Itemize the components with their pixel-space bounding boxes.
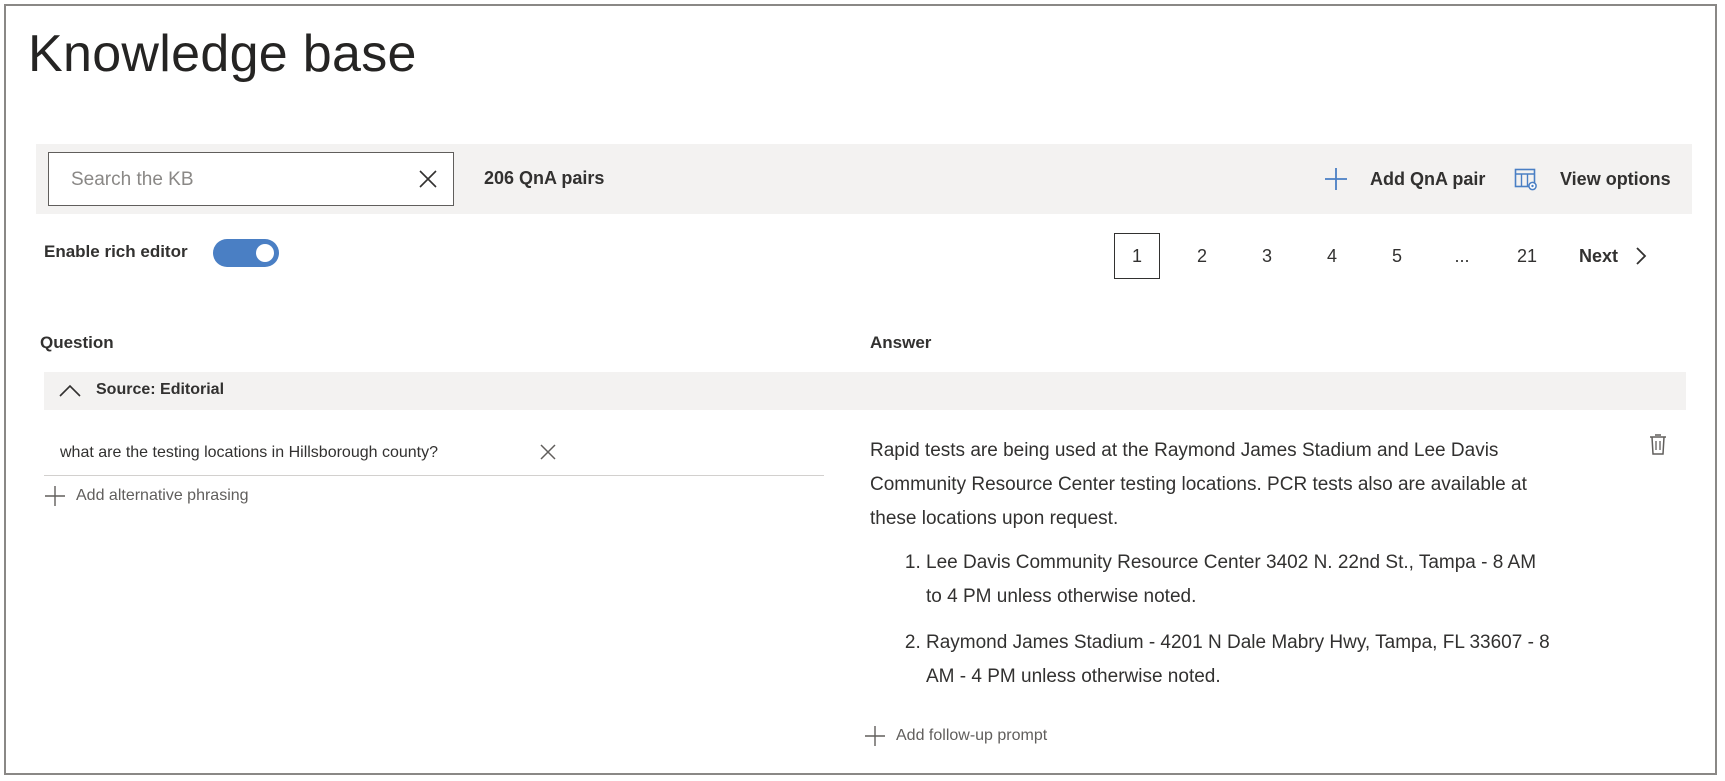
question-divider [44, 475, 824, 476]
pagination: 1 2 3 4 5 ... 21 Next [1114, 232, 1650, 280]
view-options-button[interactable]: View options [1514, 163, 1671, 195]
knowledge-base-panel: Knowledge base 206 QnA pairs Add QnA pai… [4, 4, 1717, 775]
page-button-4[interactable]: 4 [1309, 233, 1355, 279]
plus-icon [1325, 168, 1347, 190]
source-group-header[interactable]: Source: Editorial [44, 372, 1686, 410]
chevron-right-icon[interactable] [1632, 244, 1650, 268]
qna-count: 206 QnA pairs [484, 168, 605, 188]
page-button-21[interactable]: 21 [1504, 233, 1550, 279]
toolbar: 206 QnA pairs Add QnA pair View options [36, 144, 1692, 214]
add-qna-pair-label: Add QnA pair [1370, 168, 1486, 189]
answer-list-item: Raymond James Stadium - 4201 N Dale Mabr… [926, 626, 1550, 694]
next-page-button[interactable]: Next [1579, 233, 1618, 279]
page-button-1[interactable]: 1 [1114, 233, 1160, 279]
toggle-knob [256, 244, 274, 262]
page-ellipsis: ... [1454, 245, 1470, 266]
answer-list: Lee Davis Community Resource Center 3402… [870, 546, 1550, 694]
trash-icon[interactable] [1648, 432, 1668, 456]
plus-icon [865, 726, 885, 746]
answer-intro: Rapid tests are being used at the Raymon… [870, 440, 1527, 529]
close-icon[interactable] [538, 442, 558, 462]
add-alternative-phrasing-label: Add alternative phrasing [76, 487, 249, 504]
add-follow-up-prompt-button[interactable]: Add follow-up prompt [864, 725, 1047, 747]
rich-editor-toggle[interactable] [213, 239, 279, 267]
rich-editor-label: Enable rich editor [44, 242, 188, 261]
page-title: Knowledge base [28, 25, 417, 83]
source-group-label: Source: Editorial [96, 381, 225, 398]
answer-list-item: Lee Davis Community Resource Center 3402… [926, 546, 1550, 614]
chevron-up-icon[interactable] [58, 381, 82, 401]
add-alternative-phrasing-button[interactable]: Add alternative phrasing [44, 485, 249, 507]
answer-editor[interactable]: Rapid tests are being used at the Raymon… [870, 434, 1550, 706]
page-button-5[interactable]: 5 [1374, 233, 1420, 279]
question-column-header: Question [40, 333, 114, 352]
page-button-3[interactable]: 3 [1244, 233, 1290, 279]
plus-icon [45, 486, 65, 506]
answer-column-header: Answer [870, 333, 932, 352]
view-options-icon [1514, 168, 1537, 191]
close-icon[interactable] [417, 168, 439, 190]
add-qna-pair-button[interactable]: Add QnA pair [1324, 163, 1485, 195]
question-text[interactable]: what are the testing locations in Hillsb… [60, 444, 438, 462]
search-input[interactable] [69, 153, 403, 206]
page-button-2[interactable]: 2 [1179, 233, 1225, 279]
add-follow-up-prompt-label: Add follow-up prompt [896, 727, 1048, 744]
search-box [48, 152, 454, 206]
view-options-label: View options [1560, 168, 1671, 189]
